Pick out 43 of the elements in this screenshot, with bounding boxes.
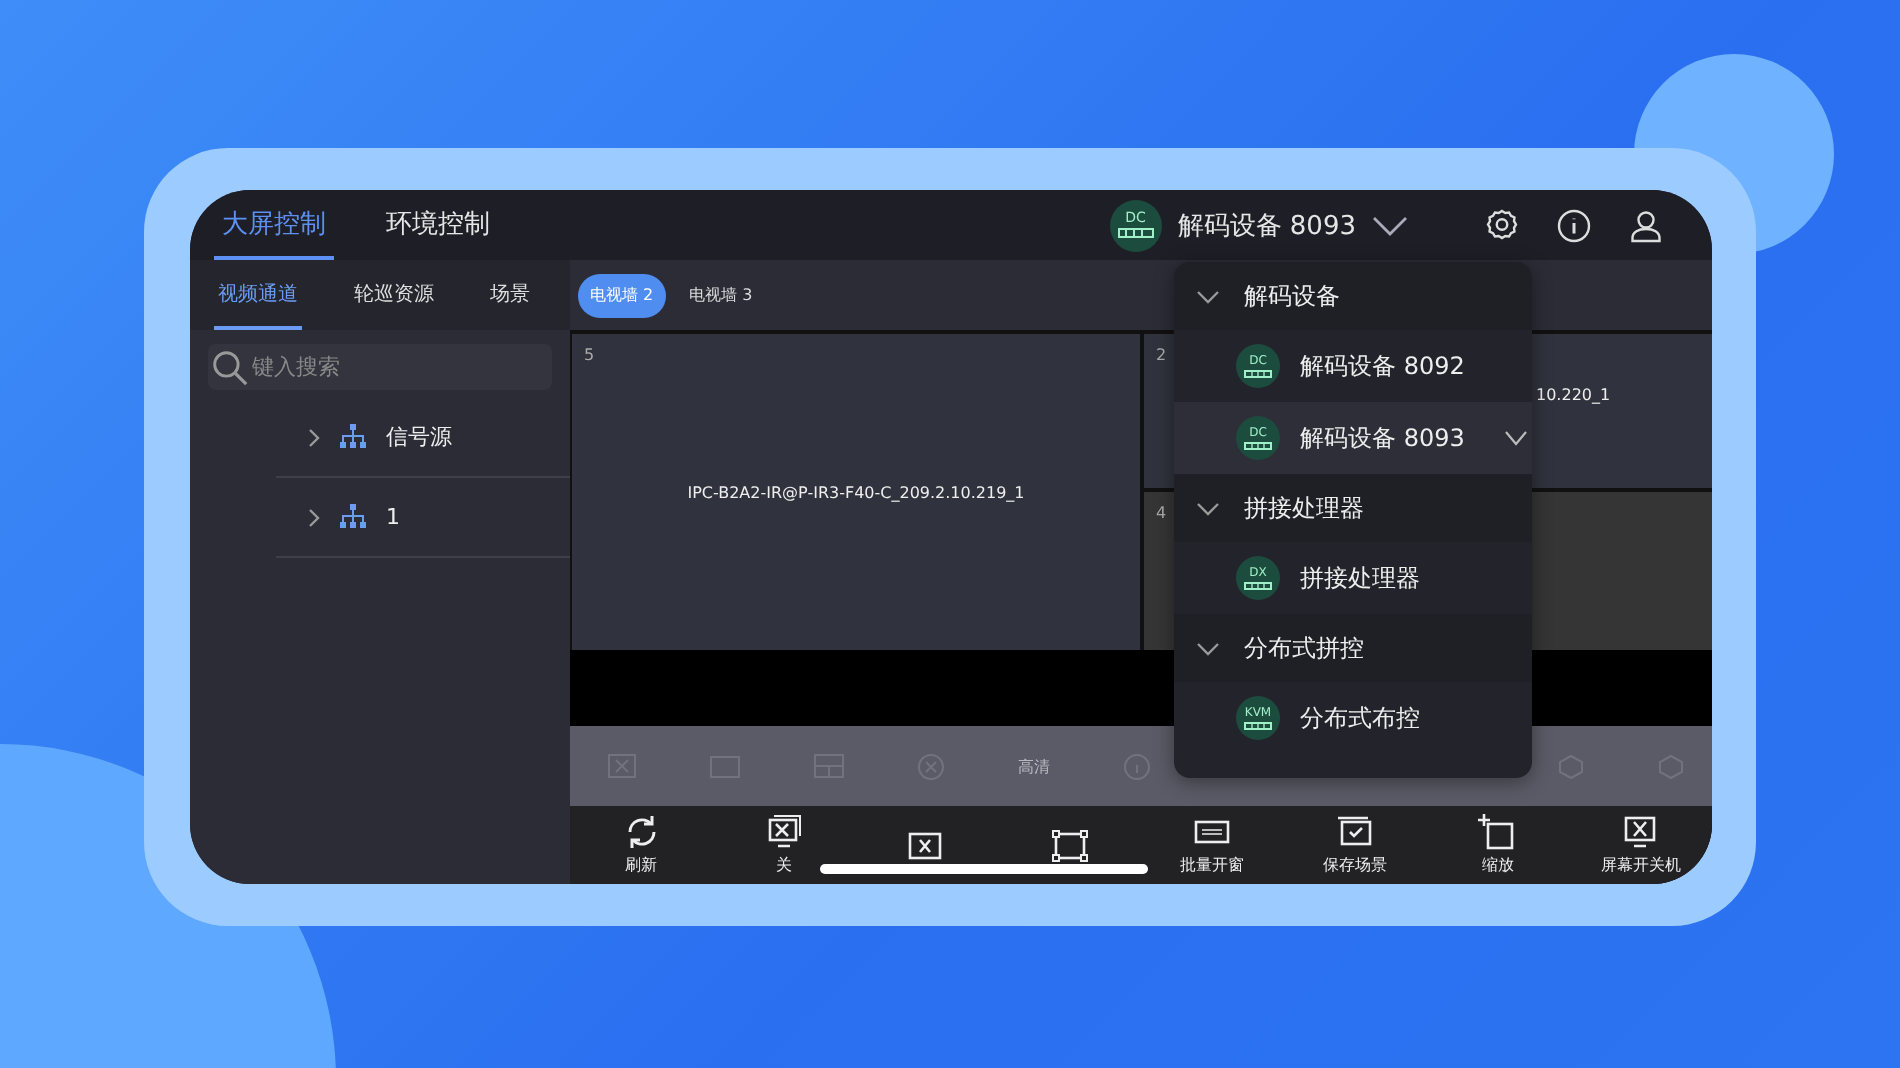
item-label: 拼接处理器 (1300, 561, 1422, 595)
checkmark-icon (1504, 430, 1528, 446)
chevron-down-icon (1372, 215, 1408, 235)
channel-tab[interactable]: 场景 (486, 260, 534, 330)
group-label: 拼接处理器 (1244, 491, 1364, 525)
item-label: 解码设备 8092 (1300, 349, 1467, 383)
menu-group-header[interactable]: 拼接处理器 (1174, 474, 1532, 542)
source-label: IPC-B2A2-IR@P-IR3-F40-C_209.2.10.219_1 (687, 483, 1025, 501)
toolbar-button[interactable]: 屏幕开关机 (1569, 806, 1712, 884)
channel-tab[interactable]: 视频通道 (214, 260, 302, 330)
cell-number: 4 (1156, 504, 1167, 522)
item-label: 解码设备 8093 (1300, 421, 1467, 455)
source-label: 10.220_1 (1536, 386, 1611, 404)
nav-tab[interactable]: 环境控制 (378, 190, 498, 260)
close-window-icon (906, 827, 947, 863)
menu-group-header[interactable]: 解码设备 (1174, 262, 1532, 330)
user-icon[interactable] (1628, 207, 1664, 243)
toolbar-button[interactable]: 刷新 (570, 806, 713, 884)
toolbar-button[interactable]: 缩放 (1426, 806, 1570, 884)
info-icon[interactable] (1556, 207, 1592, 243)
channel-tab[interactable]: 轮巡资源 (350, 260, 438, 330)
checkmark-window-icon (1335, 814, 1376, 850)
settings-icon[interactable] (1484, 207, 1520, 243)
toolbar-button[interactable]: 批量开窗 (1141, 806, 1284, 884)
search-field[interactable]: 键入搜索 (208, 344, 552, 390)
wall-tab[interactable]: 电视墙 3 (677, 273, 765, 317)
toolbar-button[interactable]: 关 (712, 806, 856, 884)
screen-cell[interactable]: 5 IPC-B2A2-IR@P-IR3-F40-C_209.2.10.219_1 (572, 334, 1140, 650)
cell-number: 2 (1156, 346, 1167, 364)
frame-icon (1049, 827, 1090, 863)
hierarchy-icon (340, 504, 366, 530)
menu-group-header[interactable]: 分布式拼控 (1174, 614, 1532, 682)
tree-label: 1 (386, 504, 400, 530)
hierarchy-icon (340, 424, 366, 450)
group-label: 分布式拼控 (1244, 631, 1364, 665)
toolbar-button[interactable]: 保存场景 (1283, 806, 1427, 884)
item-label: 分布式布控 (1300, 701, 1422, 735)
group-label: 解码设备 (1244, 279, 1340, 313)
close-window-icon (764, 814, 805, 850)
cell-number: 5 (584, 346, 595, 364)
crop-icon (1477, 814, 1518, 850)
close-window-icon (1620, 814, 1661, 850)
tree-label: 信号源 (386, 422, 452, 452)
